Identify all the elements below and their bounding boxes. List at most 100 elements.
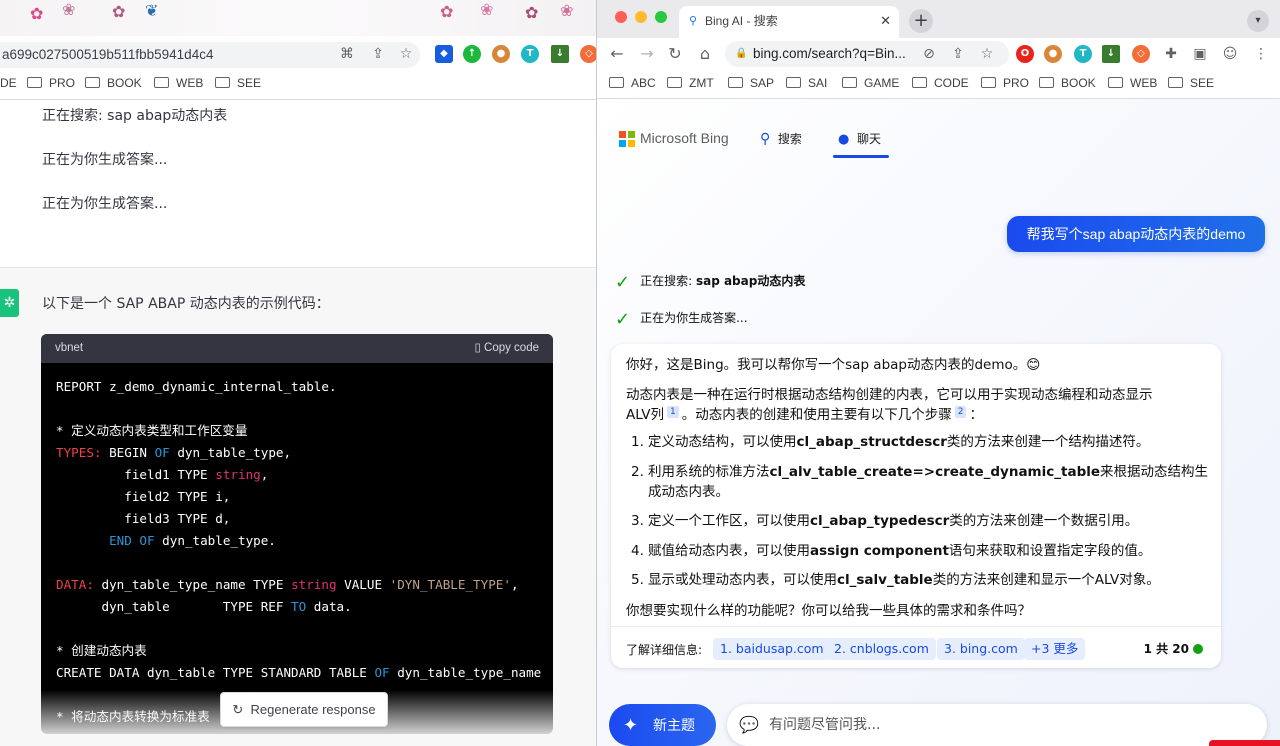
bookmark-abc[interactable]: ABC xyxy=(609,72,656,94)
address-bar[interactable]: a699c027500519b511fbb5941d4c4 xyxy=(0,42,420,68)
extension-green-icon[interactable]: ↑ xyxy=(463,45,481,63)
blossom-icon: ❀ xyxy=(62,0,76,19)
extension-orange-icon[interactable]: ◇ xyxy=(580,45,596,63)
list-item: 5. 显示或处理动态内表，可以使用cl_salv_table类的方法来创建和显示一… xyxy=(631,572,1160,588)
list-item: 3. 定义一个工作区，可以使用cl_abap_typedescr类的方法来创建一个… xyxy=(631,513,1139,529)
search-icon: ⚲ xyxy=(760,131,771,147)
folder-icon xyxy=(27,77,42,88)
folder-icon xyxy=(85,77,100,88)
folder-icon xyxy=(728,77,743,88)
nav-chat-tab[interactable]: ● 聊天 xyxy=(838,130,881,147)
broom-icon: ✦ xyxy=(623,715,639,735)
translate-icon[interactable]: ⌘ xyxy=(338,45,356,63)
tab-bing-ai[interactable]: ⚲ Bing AI - 搜索 ✕ xyxy=(679,6,899,38)
monkey-extension-icon[interactable]: ● xyxy=(1044,45,1062,63)
folder-icon xyxy=(786,77,801,88)
bookmark-code[interactable]: CODE xyxy=(912,72,969,94)
source-link-1[interactable]: 1. baidusap.com xyxy=(713,638,831,660)
folder-icon xyxy=(154,77,169,88)
blossom-icon: ✿ xyxy=(525,3,539,22)
bookmark-book[interactable]: BOOK xyxy=(85,72,142,94)
extension-orange-icon[interactable]: ◇ xyxy=(1132,45,1150,63)
share-icon[interactable]: ⇪ xyxy=(949,45,967,63)
bitwarden-icon[interactable]: ◆ xyxy=(435,45,453,63)
new-tab-button[interactable]: + xyxy=(909,9,933,33)
bookmark-sap[interactable]: SAP xyxy=(728,72,774,94)
user-message-area: 正在搜索: sap abap动态内表 正在为你生成答案... 正在为你生成答案.… xyxy=(0,100,596,267)
blossom-icon: ✿ xyxy=(30,4,44,23)
folder-icon xyxy=(1108,77,1123,88)
source-link-2[interactable]: 2. cnblogs.com xyxy=(827,638,936,660)
progress-step-search: ✓ 正在搜索: sap abap动态内表 xyxy=(615,272,806,293)
list-item: 1. 定义动态结构，可以使用cl_abap_structdescr类的方法来创建一… xyxy=(631,434,1150,450)
folder-icon xyxy=(842,77,857,88)
code-content: REPORT z_demo_dynamic_internal_table. * … xyxy=(56,379,542,724)
home-icon[interactable]: ⌂ xyxy=(695,44,715,64)
download-ext-icon[interactable]: ↓ xyxy=(551,45,569,63)
close-tab-icon[interactable]: ✕ xyxy=(880,6,891,36)
feedback-tab[interactable] xyxy=(1209,740,1280,746)
translate-ext-icon[interactable]: T xyxy=(521,45,539,63)
bookmark-de[interactable]: DE xyxy=(0,72,17,94)
bookmark-star-icon[interactable]: ☆ xyxy=(397,45,415,63)
share-icon[interactable]: ⇪ xyxy=(369,45,387,63)
copy-code-button[interactable]: ▯ Copy code xyxy=(474,334,539,363)
back-arrow-icon[interactable]: ← xyxy=(607,44,627,64)
menu-icon[interactable]: ⋮ xyxy=(1252,45,1270,63)
active-tab-indicator xyxy=(833,155,889,158)
bookmark-zmt[interactable]: ZMT xyxy=(667,72,714,94)
progress-step-generating: ✓ 正在为你生成答案... xyxy=(615,309,748,330)
bookmark-web[interactable]: WEB xyxy=(1108,72,1157,94)
download-ext-icon[interactable]: ↓ xyxy=(1102,45,1120,63)
chatgpt-avatar-icon: ✲ xyxy=(0,289,19,317)
profile-icon[interactable]: ☺ xyxy=(1221,45,1239,63)
folder-icon xyxy=(609,77,624,88)
bookmark-game[interactable]: GAME xyxy=(842,72,899,94)
citation-2[interactable]: 2 xyxy=(954,406,967,418)
bookmark-sai[interactable]: SAI xyxy=(786,72,827,94)
regenerate-response-button[interactable]: ↻ Regenerate response xyxy=(220,692,388,727)
monkey-extension-icon[interactable]: ● xyxy=(492,45,510,63)
code-language: vbnet xyxy=(55,342,84,354)
chat-bubble-icon: ● xyxy=(838,132,850,147)
bookmark-web[interactable]: WEB xyxy=(154,72,203,94)
bookmark-pro[interactable]: PRO xyxy=(27,72,75,94)
zoom-window-button[interactable] xyxy=(655,11,667,23)
code-block-header: vbnet ▯ Copy code xyxy=(41,334,553,363)
butterfly-icon: ❦ xyxy=(145,1,159,20)
bookmark-see[interactable]: SEE xyxy=(1168,72,1214,94)
answer-greeting: 你好，这是Bing。我可以帮你写一个sap abap动态内表的demo。😊 xyxy=(626,357,1041,373)
close-window-button[interactable] xyxy=(615,11,627,23)
bookmark-pro[interactable]: PRO xyxy=(981,72,1029,94)
tab-strip: ⚲ Bing AI - 搜索 ✕ + ▾ xyxy=(597,0,1280,38)
bookmark-star-icon[interactable]: ☆ xyxy=(978,45,996,63)
chat-input[interactable]: 💬 有问题尽管问我... xyxy=(727,704,1267,746)
status-line: 正在为你生成答案... xyxy=(42,196,168,212)
bookmark-see[interactable]: SEE xyxy=(215,72,261,94)
status-line: 正在搜索: sap abap动态内表 xyxy=(42,108,228,124)
bookmark-book[interactable]: BOOK xyxy=(1039,72,1096,94)
folder-icon xyxy=(215,77,230,88)
right-browser-window: ⚲ Bing AI - 搜索 ✕ + ▾ ← → ↻ ⌂ 🔒 bing.com/… xyxy=(596,0,1280,746)
folder-icon xyxy=(1039,77,1054,88)
bing-brand[interactable]: Microsoft Bing xyxy=(640,130,729,146)
learn-more-label: 了解详细信息: xyxy=(626,643,703,657)
answer-follow-up-question: 你想要实现什么样的功能呢？你可以给我一些具体的需求和条件吗？ xyxy=(626,603,1031,619)
citation-1[interactable]: 1 xyxy=(667,406,679,418)
reload-icon[interactable]: ↻ xyxy=(665,44,685,64)
extensions-puzzle-icon[interactable]: ✚ xyxy=(1162,45,1180,63)
new-topic-button[interactable]: ✦ 新主题 xyxy=(609,704,716,746)
minimize-window-button[interactable] xyxy=(635,11,647,23)
opera-ext-icon[interactable]: O xyxy=(1016,45,1034,63)
folder-icon xyxy=(912,77,927,88)
side-panel-icon[interactable]: ▣ xyxy=(1191,45,1209,63)
translate-ext-icon[interactable]: T xyxy=(1074,45,1092,63)
tab-search-chevron-icon[interactable]: ▾ xyxy=(1247,10,1269,32)
turn-counter: 1 共 20 xyxy=(1144,640,1203,657)
tracking-protection-icon[interactable]: ⊘ xyxy=(920,45,938,63)
nav-search-tab[interactable]: ⚲ 搜索 xyxy=(760,130,802,147)
forward-arrow-icon[interactable]: → xyxy=(637,44,657,64)
answer-paragraph-line1: 动态内表是一种在运行时根据动态结构创建的内表，它可以用于实现动态编程和动态显示 xyxy=(626,387,1153,403)
source-link-3[interactable]: 3. bing.com xyxy=(937,638,1025,660)
more-sources-link[interactable]: +3 更多 xyxy=(1024,638,1086,660)
